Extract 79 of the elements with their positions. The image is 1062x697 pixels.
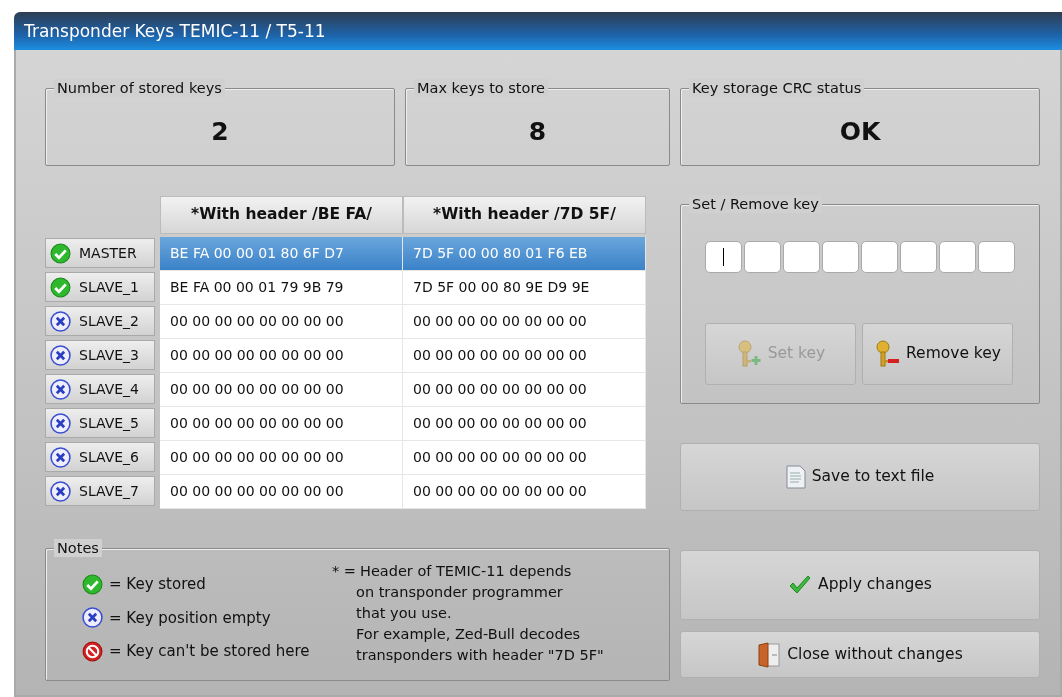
table-cell[interactable]: 00 00 00 00 00 00 00 00 xyxy=(160,441,403,475)
table-cell[interactable]: 00 00 00 00 00 00 00 00 xyxy=(403,339,646,373)
row-label: MASTER xyxy=(79,243,137,263)
key-byte-field[interactable] xyxy=(978,241,1015,273)
stat-value: OK xyxy=(839,116,881,149)
cross-circle-icon xyxy=(50,310,71,332)
key-byte-field[interactable] xyxy=(744,241,781,273)
row-header[interactable]: SLAVE_6 xyxy=(45,442,155,472)
key-byte-field[interactable] xyxy=(705,241,742,273)
row-label: SLAVE_1 xyxy=(79,277,140,297)
row-label: SLAVE_4 xyxy=(79,379,140,399)
group-label: Number of stored keys xyxy=(54,79,225,97)
footnote-text: that you use. xyxy=(356,604,453,623)
check-circle-icon xyxy=(82,573,103,595)
cross-circle-icon xyxy=(50,446,71,468)
check-circle-icon xyxy=(50,242,71,264)
row-header[interactable]: SLAVE_5 xyxy=(45,408,155,438)
document-icon xyxy=(785,465,806,489)
column-header[interactable]: *With header /BE FA/ xyxy=(160,196,403,234)
table-cell[interactable]: 00 00 00 00 00 00 00 00 xyxy=(160,305,403,339)
table-cell[interactable]: 00 00 00 00 00 00 00 00 xyxy=(403,305,646,339)
key-byte-field[interactable] xyxy=(822,241,859,273)
cross-circle-icon xyxy=(50,344,71,366)
group-label: Set / Remove key xyxy=(689,195,822,213)
footnote-text: Header of TEMIC-11 depends xyxy=(360,562,573,581)
table-cell[interactable]: 00 00 00 00 00 00 00 00 xyxy=(403,441,646,475)
key-byte-field[interactable] xyxy=(939,241,976,273)
door-icon xyxy=(757,641,782,668)
table-cell[interactable]: 00 00 00 00 00 00 00 00 xyxy=(160,475,403,509)
table-cell[interactable]: 00 00 00 00 00 00 00 00 xyxy=(403,475,646,509)
row-header[interactable]: SLAVE_4 xyxy=(45,374,155,404)
footnote-text: transponders with header "7D 5F" xyxy=(356,646,604,665)
table-cell[interactable]: 00 00 00 00 00 00 00 00 xyxy=(160,339,403,373)
table-cell[interactable]: 00 00 00 00 00 00 00 00 xyxy=(403,407,646,441)
apply-button[interactable]: Apply changes xyxy=(680,550,1040,620)
row-label: SLAVE_5 xyxy=(79,413,140,433)
row-label: SLAVE_7 xyxy=(79,481,140,501)
cross-circle-icon xyxy=(50,480,71,502)
table-cell[interactable]: 00 00 00 00 00 00 00 00 xyxy=(160,407,403,441)
key-plus-icon xyxy=(735,340,762,368)
table-cell[interactable]: 00 00 00 00 00 00 00 00 xyxy=(403,373,646,407)
legend-text: = Key position empty xyxy=(109,607,271,629)
legend-text: = Key can't be stored here xyxy=(109,641,310,662)
row-header[interactable]: MASTER xyxy=(45,238,155,268)
row-label: SLAVE_2 xyxy=(79,311,140,331)
key-byte-field[interactable] xyxy=(861,241,898,273)
stat-value: 8 xyxy=(528,116,547,149)
table-cell[interactable]: 7D 5F 00 00 80 9E D9 9E xyxy=(403,271,646,305)
footnote-text: For example, Zed-Bull decodes xyxy=(356,625,582,644)
footnote-text: on transponder programmer xyxy=(356,583,564,602)
legend-text: = Key stored xyxy=(109,574,206,595)
table-cell[interactable]: BE FA 00 00 01 79 9B 79 xyxy=(160,271,403,305)
window-title: Transponder Keys TEMIC-11 / T5-11 xyxy=(14,12,1062,50)
row-label: SLAVE_6 xyxy=(79,447,140,467)
row-header[interactable]: SLAVE_2 xyxy=(45,306,155,336)
row-label: SLAVE_3 xyxy=(79,345,140,365)
footnote-mark: * = xyxy=(332,562,356,581)
table-cell[interactable]: 00 00 00 00 00 00 00 00 xyxy=(160,373,403,407)
row-header[interactable]: SLAVE_7 xyxy=(45,476,155,506)
key-minus-icon xyxy=(874,340,900,368)
save-button[interactable]: Save to text file xyxy=(680,443,1040,511)
key-byte-field[interactable] xyxy=(900,241,937,273)
cross-circle-icon xyxy=(82,607,103,629)
cross-circle-icon xyxy=(50,412,71,434)
group-label: Notes xyxy=(54,539,102,557)
key-byte-field[interactable] xyxy=(783,241,820,273)
group-label: Key storage CRC status xyxy=(689,79,865,97)
check-icon xyxy=(788,575,813,595)
remove-key-button[interactable]: Remove key xyxy=(862,323,1013,385)
check-circle-icon xyxy=(50,276,71,298)
close-button[interactable]: Close without changes xyxy=(680,631,1040,678)
column-header[interactable]: *With header /7D 5F/ xyxy=(403,196,646,234)
stat-value: 2 xyxy=(211,116,229,149)
cross-circle-icon xyxy=(50,378,71,400)
group-label: Max keys to store xyxy=(414,79,548,97)
text-caret xyxy=(723,248,724,266)
row-header[interactable]: SLAVE_1 xyxy=(45,272,155,302)
row-header[interactable]: SLAVE_3 xyxy=(45,340,155,370)
no-entry-icon xyxy=(82,640,103,662)
